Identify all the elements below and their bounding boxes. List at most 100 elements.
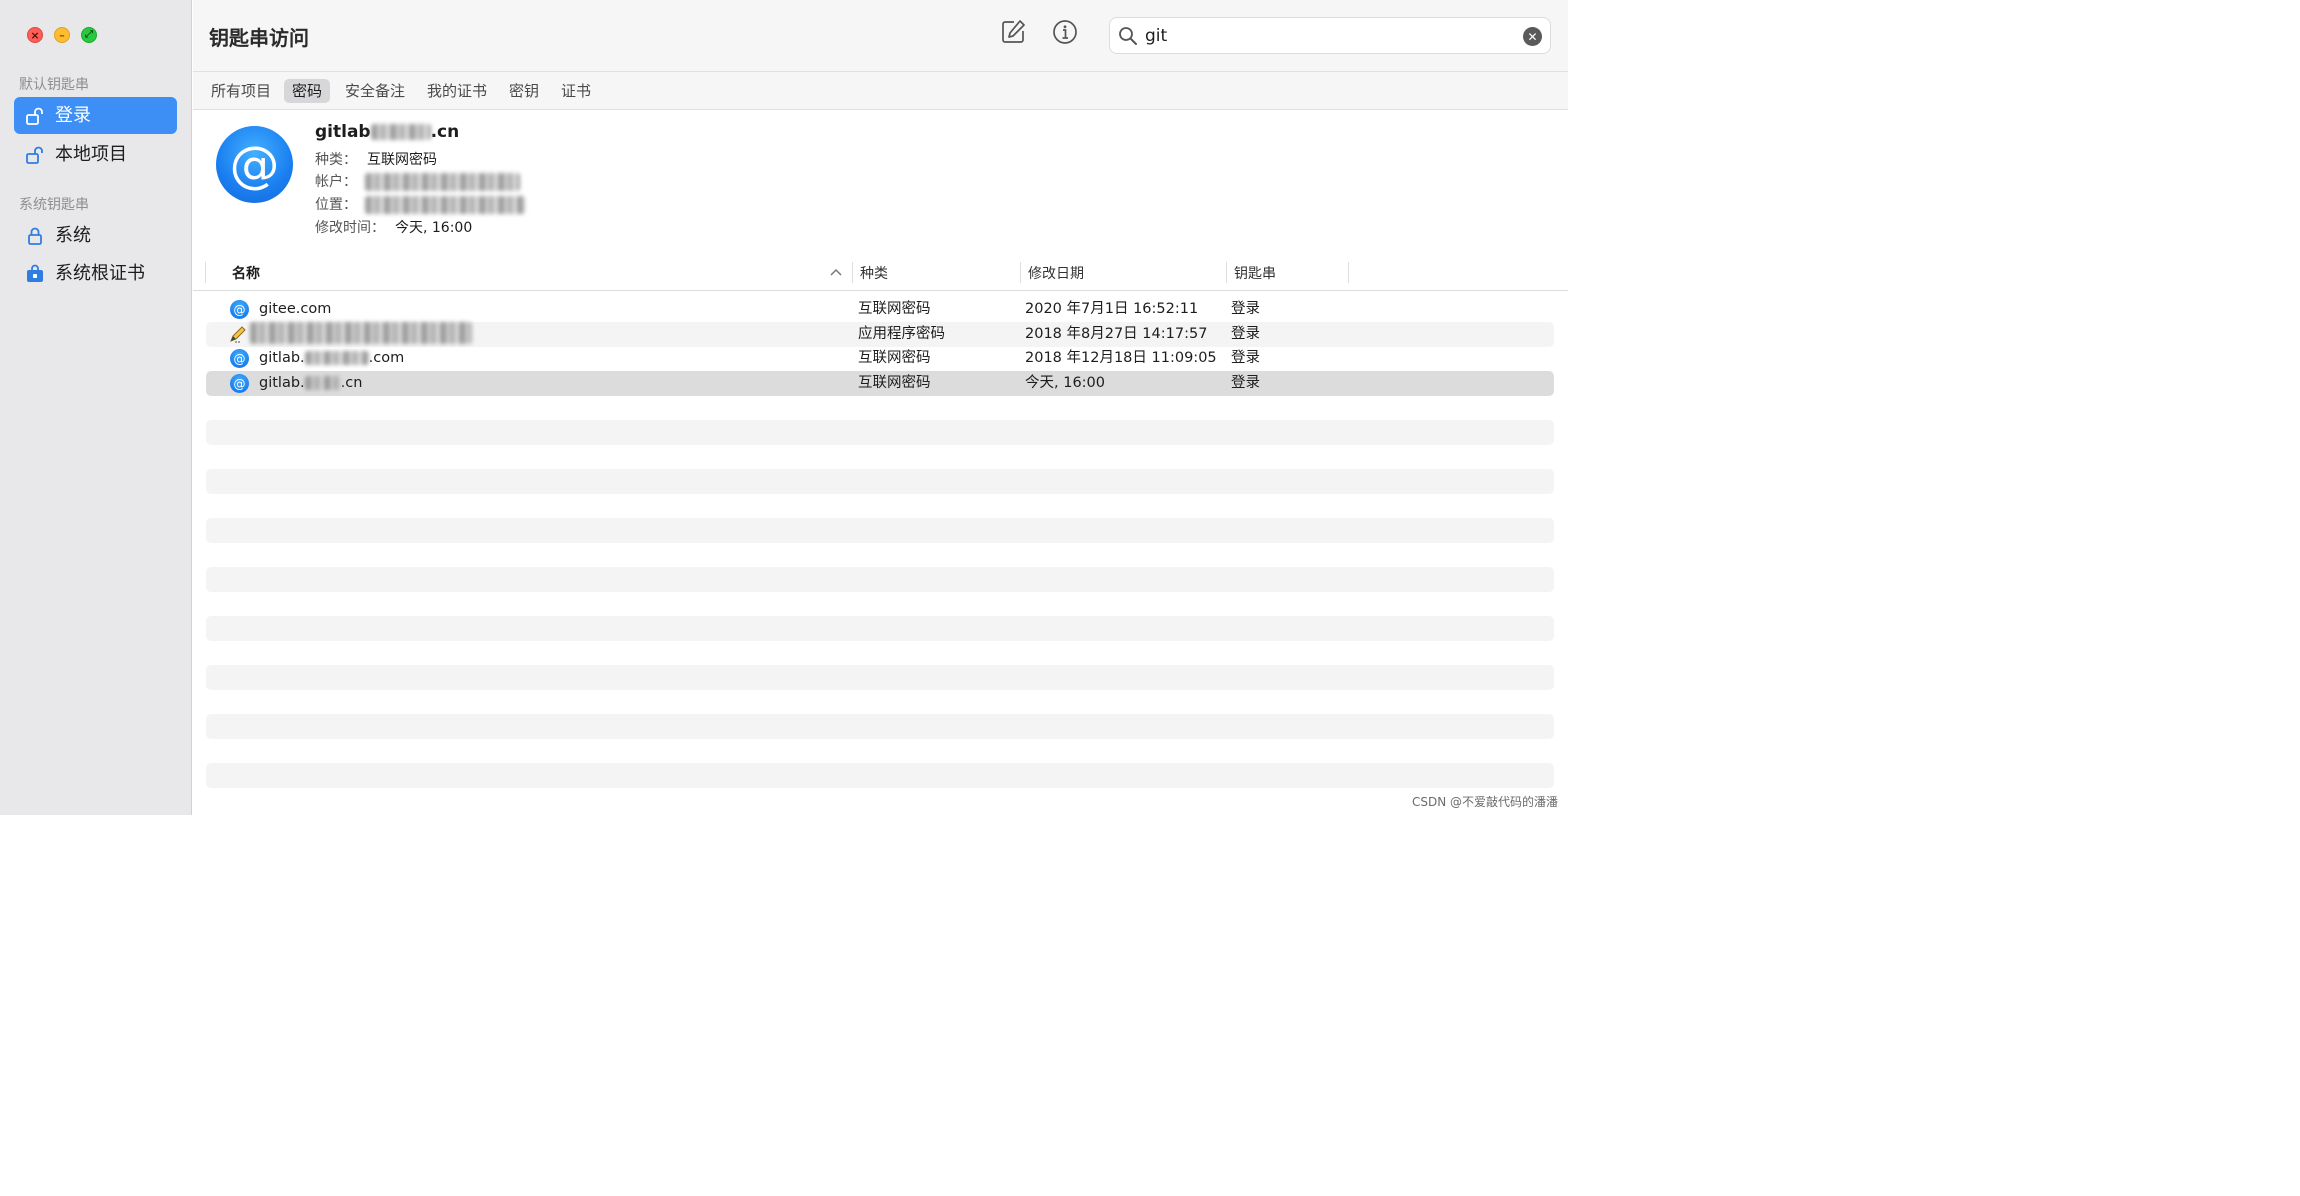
pencil-icon	[228, 324, 248, 344]
row-icon-glyph: @	[233, 376, 246, 391]
search-icon	[1117, 25, 1139, 47]
detail-kind-row: 种类： 互联网密码	[315, 149, 437, 169]
minimize-window-button[interactable]: –	[54, 27, 70, 43]
locked-cabinet-icon	[25, 264, 45, 284]
sidebar-section-header-default: 默认钥匙串	[19, 77, 89, 93]
tab-my-certificates[interactable]: 我的证书	[419, 79, 495, 103]
row-name-suffix: .cn	[340, 375, 363, 391]
row-modified: 2018 年8月27日 14:17:57	[1025, 326, 1208, 342]
column-header-kind[interactable]: 种类	[860, 263, 888, 283]
sidebar-item-label: 登录	[55, 104, 91, 126]
detail-title: gitlab .cn	[315, 122, 459, 142]
chevron-up-icon[interactable]	[829, 265, 843, 279]
sidebar-item-system[interactable]: 系统	[14, 217, 177, 254]
empty-row-stripe	[206, 714, 1554, 739]
column-separator[interactable]	[1020, 262, 1021, 283]
locked-padlock-icon	[25, 226, 45, 246]
category-tabs: 所有项目 密码 安全备注 我的证书 密钥 证书	[193, 72, 1568, 110]
tab-secure-notes[interactable]: 安全备注	[337, 79, 413, 103]
column-separator[interactable]	[1226, 262, 1227, 283]
unlocked-padlock-icon	[25, 145, 45, 165]
tab-passwords[interactable]: 密码	[284, 79, 331, 103]
tab-certificates[interactable]: 证书	[553, 79, 599, 103]
table-row[interactable]: @ gitlab. .com 互联网密码 2018 年12月18日 11:09:0…	[206, 346, 1554, 371]
search-field[interactable]: ✕	[1109, 17, 1551, 54]
tab-all-items[interactable]: 所有项目	[203, 79, 279, 103]
column-separator[interactable]	[852, 262, 853, 283]
sidebar-item-label: 系统根证书	[55, 262, 145, 284]
empty-row-stripe	[206, 665, 1554, 690]
row-keychain: 登录	[1231, 326, 1260, 342]
column-separator[interactable]	[1348, 262, 1349, 283]
row-modified: 今天, 16:00	[1025, 375, 1106, 391]
table-row-selected[interactable]: @ gitlab. .cn 互联网密码 今天, 16:00 登录	[206, 371, 1554, 396]
detail-modified-row: 修改时间： 今天, 16:00	[315, 217, 472, 237]
detail-account-row: 帐户：	[315, 171, 520, 191]
row-modified: 2020 年7月1日 16:52:11	[1025, 301, 1199, 317]
redacted-text	[365, 196, 525, 214]
redacted-text	[304, 351, 369, 365]
info-button[interactable]	[1051, 20, 1079, 48]
sidebar-item-label: 系统	[55, 224, 91, 246]
window-controls: × – ⤢	[27, 27, 97, 43]
close-window-button[interactable]: ×	[27, 27, 43, 43]
empty-row-stripe	[206, 518, 1554, 543]
sidebar: × – ⤢ 默认钥匙串 登录 本地项目 系统钥匙串 系统 系统根证书	[0, 0, 192, 815]
at-sign-icon: @	[230, 349, 249, 368]
window-title: 钥匙串访问	[209, 26, 309, 50]
row-kind: 互联网密码	[858, 301, 931, 317]
row-keychain: 登录	[1231, 301, 1260, 317]
close-icon: ×	[30, 28, 40, 42]
row-keychain: 登录	[1231, 375, 1260, 391]
sidebar-item-system-roots[interactable]: 系统根证书	[14, 255, 177, 292]
empty-row-stripe	[206, 763, 1554, 788]
detail-kind-label: 种类：	[315, 152, 357, 168]
row-kind: 互联网密码	[858, 350, 931, 366]
watermark: CSDN @不爱敲代码的潘潘	[1411, 795, 1558, 809]
redacted-text	[250, 322, 472, 344]
row-kind: 应用程序密码	[858, 326, 945, 342]
row-name-suffix: .com	[368, 350, 405, 366]
row-modified: 2018 年12月18日 11:09:05	[1025, 350, 1217, 366]
detail-location-label: 位置：	[315, 197, 357, 213]
detail-title-prefix: gitlab	[315, 122, 371, 142]
table-header: 名称 种类 修改日期 钥匙串	[193, 254, 1568, 291]
toolbar: 钥匙串访问 ✕	[193, 0, 1568, 72]
info-icon	[1052, 19, 1078, 49]
empty-row-stripe	[206, 420, 1554, 445]
table-row[interactable]: 应用程序密码 2018 年8月27日 14:17:57 登录	[206, 322, 1554, 347]
unlocked-padlock-icon	[25, 106, 45, 126]
compose-icon	[1000, 19, 1026, 49]
at-sign-icon: @	[216, 126, 293, 203]
at-sign-icon: @	[230, 300, 249, 319]
row-name-text: gitlab.	[259, 375, 305, 391]
row-icon-glyph: @	[233, 302, 246, 317]
column-header-modified[interactable]: 修改日期	[1028, 263, 1084, 283]
new-item-button[interactable]	[999, 20, 1027, 48]
row-name-text: gitee.com	[259, 301, 332, 317]
row-name	[250, 322, 472, 344]
row-kind: 互联网密码	[858, 375, 931, 391]
clear-icon: ✕	[1527, 29, 1538, 44]
detail-icon-glyph: @	[229, 135, 280, 194]
sidebar-item-label: 本地项目	[55, 143, 127, 165]
column-header-keychain[interactable]: 钥匙串	[1234, 263, 1276, 283]
row-keychain: 登录	[1231, 350, 1260, 366]
zoom-window-button[interactable]: ⤢	[81, 27, 97, 43]
tab-keys[interactable]: 密钥	[501, 79, 547, 103]
row-name-text: gitlab.	[259, 350, 305, 366]
column-header-name[interactable]: 名称	[232, 263, 260, 283]
redacted-text	[365, 173, 520, 191]
empty-row-stripe	[206, 567, 1554, 592]
row-name: gitlab. .com	[259, 349, 404, 367]
sidebar-item-local-items[interactable]: 本地项目	[14, 136, 177, 173]
sidebar-item-login[interactable]: 登录	[14, 97, 177, 134]
minimize-icon: –	[59, 28, 65, 42]
detail-location-row: 位置：	[315, 194, 525, 214]
table-row[interactable]: @ gitee.com 互联网密码 2020 年7月1日 16:52:11 登录	[206, 297, 1554, 322]
at-sign-icon: @	[230, 374, 249, 393]
search-input[interactable]	[1145, 25, 1505, 46]
detail-account-label: 帐户：	[315, 174, 357, 190]
detail-modified-value: 今天, 16:00	[395, 220, 473, 236]
clear-search-button[interactable]: ✕	[1523, 27, 1542, 46]
